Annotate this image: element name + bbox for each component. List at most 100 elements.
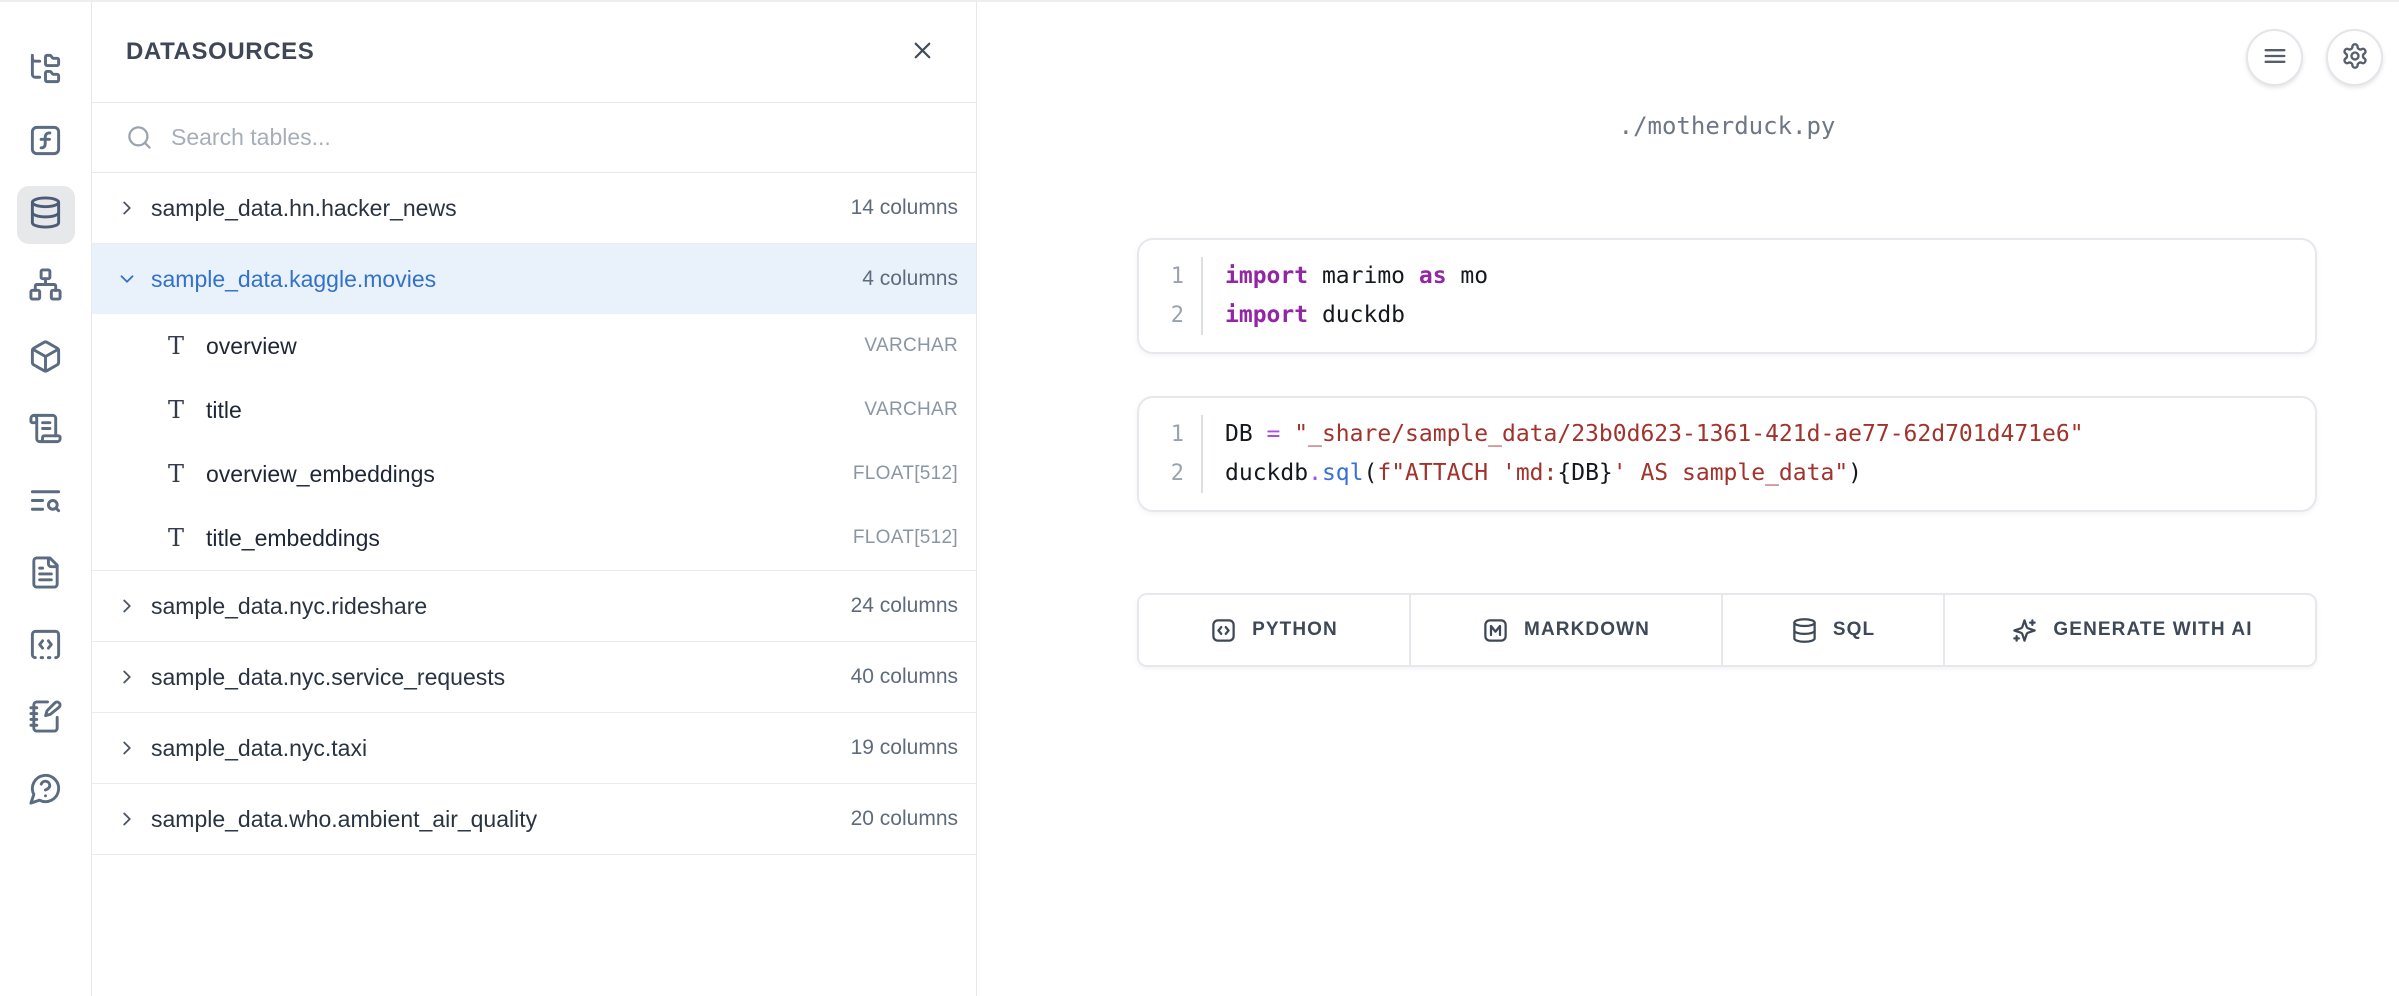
line-number: 2 [1139, 296, 1203, 335]
folder-tree-icon [28, 51, 63, 91]
column-type: FLOAT[512] [853, 463, 958, 485]
database-icon [1791, 617, 1818, 644]
code-text: duckdb.sql(f"ATTACH 'md:{DB}' AS sample_… [1203, 454, 1862, 493]
square-m-icon [1482, 617, 1509, 644]
datasources-panel: DATASOURCES sample_data.hn.hacker_news 14… [92, 2, 977, 996]
network-icon [28, 267, 63, 307]
settings-icon [2341, 42, 2369, 73]
notebook-main: ./motherduck.py 1import marimo as mo2imp… [977, 2, 2399, 996]
settings-button[interactable] [2326, 29, 2383, 86]
database-icon [28, 195, 63, 235]
table-group: sample_data.kaggle.movies 4 columns Toverv… [92, 244, 976, 571]
table-group: sample_data.nyc.taxi 19 columns [92, 713, 976, 784]
column-type: FLOAT[512] [853, 527, 958, 549]
add-cell-generate-ai-button[interactable]: GENERATE WITH AI [1943, 595, 2317, 665]
table-group: sample_data.nyc.rideshare 24 columns [92, 571, 976, 642]
close-panel-button[interactable] [905, 33, 940, 71]
add-cell-sql-button[interactable]: SQL [1721, 595, 1943, 665]
rail-item-tracebacks[interactable] [17, 474, 75, 532]
rail-item-dependencies[interactable] [17, 258, 75, 316]
line-number: 1 [1139, 415, 1203, 454]
column-name: title_embeddings [206, 525, 380, 552]
table-list: sample_data.hn.hacker_news14 columnssamp… [92, 173, 976, 996]
activity-rail [0, 2, 92, 996]
text-type-icon: T [164, 462, 188, 486]
column-type: VARCHAR [864, 399, 958, 421]
chevron-right-icon [116, 595, 138, 617]
app-window: DATASOURCES sample_data.hn.hacker_news14… [0, 0, 2399, 996]
add-cell-bar: PYTHON MARKDOWN SQL GENERATE WITH AI [1137, 593, 2317, 667]
code-cell-2[interactable]: 1DB = "_share/sample_data/23b0d623-1361-… [1137, 396, 2317, 512]
notebook-document: ./motherduck.py 1import marimo as mo2imp… [1137, 2, 2317, 667]
text-type-icon: T [164, 398, 188, 422]
table-row[interactable]: sample_data.nyc.taxi 19 columns [92, 713, 976, 783]
column-name: overview [206, 333, 297, 360]
rail-item-datasources[interactable] [17, 186, 75, 244]
table-group: sample_data.who.ambient_air_quality20 co… [92, 784, 976, 855]
code-text: import marimo as mo [1203, 257, 1488, 296]
add-cell-markdown-button[interactable]: MARKDOWN [1409, 595, 1721, 665]
table-column-count: 19 columns [851, 736, 958, 760]
close-icon [909, 37, 936, 67]
rail-item-packages[interactable] [17, 330, 75, 388]
table-group: sample_data.nyc.service_requests 40 colum… [92, 642, 976, 713]
notebook-pen-icon [28, 699, 63, 739]
rail-item-file-explorer[interactable] [17, 42, 75, 100]
rail-item-documentation[interactable] [17, 546, 75, 604]
sparkles-icon [2011, 617, 2038, 644]
table-row[interactable]: sample_data.nyc.service_requests 40 colum… [92, 642, 976, 712]
table-group: sample_data.hn.hacker_news 14 columns [92, 173, 976, 244]
column-row[interactable]: Toverview_embeddings FLOAT[512] [92, 442, 976, 506]
search-input[interactable] [171, 124, 942, 151]
table-column-count: 20 columns [851, 807, 958, 831]
table-name: sample_data.nyc.taxi [151, 735, 367, 762]
table-name: sample_data.hn.hacker_news [151, 195, 457, 222]
column-row[interactable]: Ttitle_embeddings FLOAT[512] [92, 506, 976, 570]
notebook-filename: ./motherduck.py [1137, 112, 2317, 144]
chevron-down-icon [116, 268, 138, 290]
code-text: import duckdb [1203, 296, 1405, 335]
table-column-count: 4 columns [862, 267, 958, 291]
code-text: DB = "_share/sample_data/23b0d623-1361-4… [1203, 415, 2084, 454]
search-icon [126, 124, 153, 151]
line-number: 1 [1139, 257, 1203, 296]
table-name: sample_data.nyc.service_requests [151, 664, 505, 691]
rail-item-snippets[interactable] [17, 618, 75, 676]
column-name: overview_embeddings [206, 461, 435, 488]
panel-title: DATASOURCES [126, 38, 314, 66]
rail-item-help[interactable] [17, 762, 75, 820]
table-row[interactable]: sample_data.nyc.rideshare 24 columns [92, 571, 976, 641]
chevron-right-icon [116, 666, 138, 688]
table-row[interactable]: sample_data.kaggle.movies 4 columns [92, 244, 976, 314]
column-row[interactable]: ToverviewVARCHAR [92, 314, 976, 378]
text-type-icon: T [164, 526, 188, 550]
code-line: 1import marimo as mo [1139, 257, 2315, 296]
column-row[interactable]: Ttitle VARCHAR [92, 378, 976, 442]
chevron-right-icon [116, 808, 138, 830]
search-row [92, 103, 976, 173]
rail-item-scratchpad[interactable] [17, 690, 75, 748]
table-column-count: 40 columns [851, 665, 958, 689]
box-icon [28, 339, 63, 379]
add-cell-button-label: PYTHON [1252, 619, 1338, 641]
line-number: 2 [1139, 454, 1203, 493]
text-type-icon: T [164, 334, 188, 358]
column-name: title [206, 397, 242, 424]
code-line: 2import duckdb [1139, 296, 2315, 335]
table-column-count: 14 columns [851, 196, 958, 220]
table-row[interactable]: sample_data.who.ambient_air_quality20 co… [92, 784, 976, 854]
table-row[interactable]: sample_data.hn.hacker_news 14 columns [92, 173, 976, 243]
code-cell-1[interactable]: 1import marimo as mo2import duckdb [1137, 238, 2317, 354]
add-cell-button-label: MARKDOWN [1524, 619, 1650, 641]
chevron-right-icon [116, 737, 138, 759]
add-cell-button-label: SQL [1833, 619, 1875, 641]
file-text-icon [28, 555, 63, 595]
rail-item-logs[interactable] [17, 402, 75, 460]
table-column-count: 24 columns [851, 594, 958, 618]
square-code-icon [1210, 617, 1237, 644]
scroll-text-icon [28, 411, 63, 451]
rail-item-variables[interactable] [17, 114, 75, 172]
add-cell-python-button[interactable]: PYTHON [1139, 595, 1409, 665]
table-name: sample_data.nyc.rideshare [151, 593, 427, 620]
table-name: sample_data.kaggle.movies [151, 266, 436, 293]
